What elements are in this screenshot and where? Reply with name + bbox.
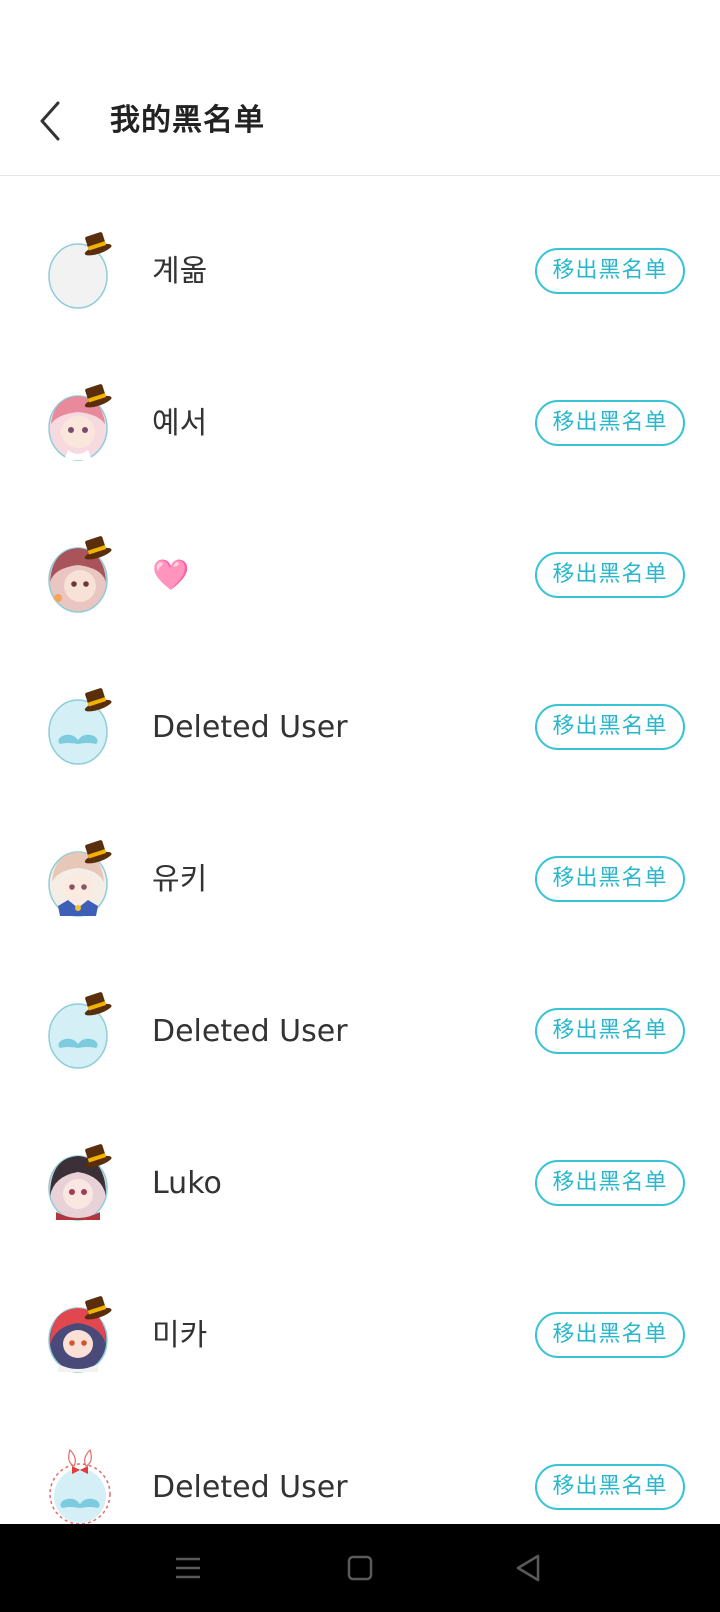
remove-from-blacklist-button[interactable]: 移出黑名单 xyxy=(535,400,685,446)
list-item: Deleted User 移出黑名单 xyxy=(0,1414,720,1524)
home-button[interactable] xyxy=(338,1546,382,1590)
status-bar xyxy=(0,0,720,70)
remove-from-blacklist-button[interactable]: 移出黑名单 xyxy=(535,1160,685,1206)
list-item: 🩷 移出黑名单 xyxy=(0,502,720,654)
list-item: 유키 移出黑名单 xyxy=(0,806,720,958)
remove-from-blacklist-button[interactable]: 移出黑名单 xyxy=(535,856,685,902)
avatar[interactable] xyxy=(42,228,118,310)
remove-from-blacklist-button[interactable]: 移出黑名单 xyxy=(535,248,685,294)
remove-from-blacklist-button[interactable]: 移出黑名单 xyxy=(535,704,685,750)
avatar[interactable] xyxy=(42,1444,118,1524)
remove-from-blacklist-button[interactable]: 移出黑名单 xyxy=(535,1008,685,1054)
chevron-left-icon xyxy=(40,101,60,141)
home-icon xyxy=(347,1555,373,1581)
username: Deleted User xyxy=(152,1014,348,1049)
menu-icon xyxy=(176,1557,200,1579)
list-item: 미카 移出黑名单 xyxy=(0,1262,720,1414)
list-item: Luko 移出黑名单 xyxy=(0,1110,720,1262)
username: 계옮 xyxy=(152,254,208,289)
list-item: Deleted User 移出黑名单 xyxy=(0,654,720,806)
system-back-button[interactable] xyxy=(506,1546,550,1590)
remove-from-blacklist-button[interactable]: 移出黑名单 xyxy=(535,1464,685,1510)
remove-from-blacklist-button[interactable]: 移出黑名单 xyxy=(535,552,685,598)
menu-button[interactable] xyxy=(166,1546,210,1590)
username: 🩷 xyxy=(152,558,190,593)
list-item: 예서 移出黑名单 xyxy=(0,350,720,502)
back-triangle-icon xyxy=(516,1554,540,1582)
avatar[interactable] xyxy=(42,1292,118,1374)
navigation-bar xyxy=(0,1524,720,1612)
username: Deleted User xyxy=(152,1470,348,1505)
list-item: 계옮 移出黑名单 xyxy=(0,198,720,350)
avatar[interactable] xyxy=(42,836,118,918)
avatar[interactable] xyxy=(42,380,118,462)
username: Deleted User xyxy=(152,710,348,745)
header: 我的黑名单 xyxy=(0,70,720,176)
avatar[interactable] xyxy=(42,684,118,766)
list-item: Deleted User 移出黑名单 xyxy=(0,958,720,1110)
remove-from-blacklist-button[interactable]: 移出黑名单 xyxy=(535,1312,685,1358)
page-title: 我的黑名单 xyxy=(110,103,265,138)
avatar[interactable] xyxy=(42,532,118,614)
username: 미카 xyxy=(152,1318,208,1353)
back-button[interactable] xyxy=(30,95,74,147)
avatar[interactable] xyxy=(42,988,118,1070)
blacklist[interactable]: 계옮 移出黑名单 예서 移出黑名单 🩷 移出黑名单 Deleted User 移… xyxy=(0,176,720,1524)
username: Luko xyxy=(152,1166,222,1201)
username: 예서 xyxy=(152,406,208,441)
username: 유키 xyxy=(152,862,208,897)
avatar[interactable] xyxy=(42,1140,118,1222)
